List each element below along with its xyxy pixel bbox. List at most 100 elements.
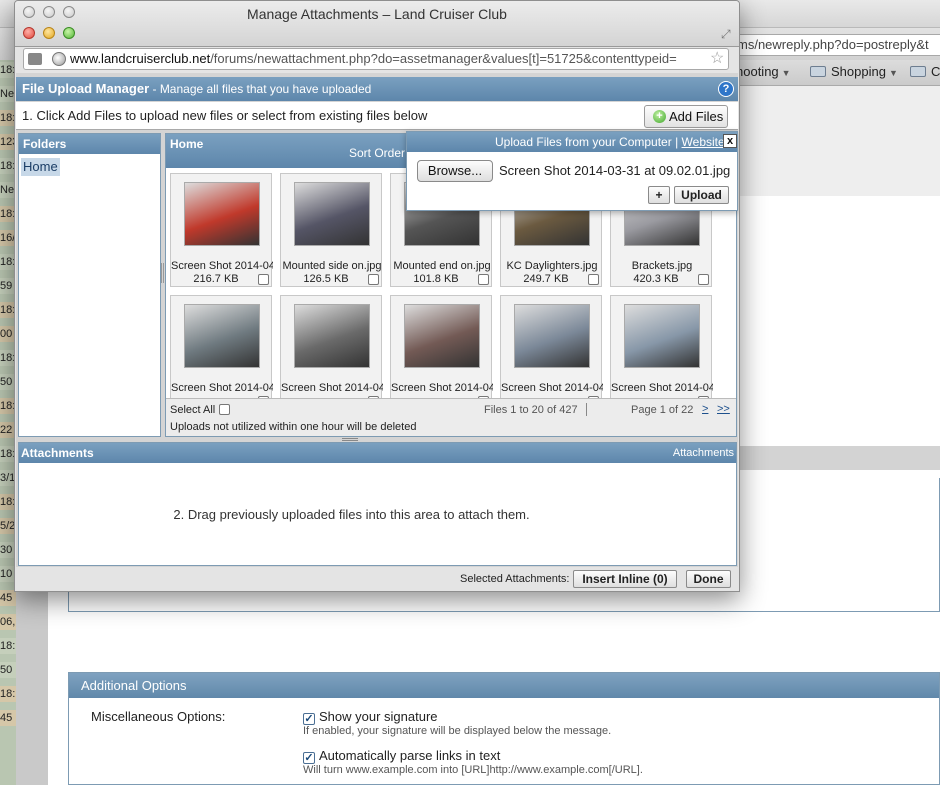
attachments-drop-area[interactable]: Attachments Attachments 2. Drag previous… — [18, 442, 737, 566]
file-thumbnail[interactable]: Screen Shot 2014-04- — [390, 295, 493, 398]
bookmark-star-icon[interactable]: ☆ — [710, 49, 724, 69]
folders-panel: Folders Home — [18, 133, 161, 437]
select-all-checkbox[interactable] — [219, 404, 231, 415]
add-another-file-button[interactable]: + — [648, 186, 670, 204]
chevron-down-icon: ▼ — [888, 68, 898, 78]
sidebar-strip-item: 50 — [0, 662, 16, 678]
file-name: Screen Shot 2014-04- — [281, 382, 383, 394]
file-name: Mounted side on.jpg — [282, 260, 382, 272]
last-page-link[interactable]: >> — [717, 403, 730, 415]
checkbox-checked-icon[interactable]: ✓ — [303, 713, 315, 725]
selected-attachments-label: Selected Attachments: — [460, 573, 570, 585]
file-size: 126.5 KB — [303, 273, 349, 285]
parse-links-option[interactable]: ✓ Automatically parse links in text — [303, 748, 500, 764]
file-select-checkbox[interactable] — [698, 274, 709, 285]
file-thumbnail[interactable]: Screen Shot 2014-04- 216.7 KB — [170, 173, 273, 287]
checkbox-checked-icon[interactable]: ✓ — [303, 752, 315, 764]
help-icon[interactable]: ? — [718, 81, 734, 97]
add-files-button[interactable]: + Add Files — [644, 105, 728, 128]
sort-order-label[interactable]: Sort Order: — [349, 146, 408, 160]
next-page-link[interactable]: > — [702, 403, 708, 415]
window-title: Manage Attachments – Land Cruiser Club — [247, 6, 507, 22]
sidebar-strip-item: 18: — [0, 686, 16, 702]
folders-header: Folders — [19, 134, 160, 154]
zoom-window-button[interactable] — [63, 27, 75, 39]
file-upload-manager: File Upload Manager - Manage all files t… — [16, 73, 738, 591]
browse-button[interactable]: Browse... — [417, 160, 493, 182]
manager-title: File Upload Manager — [22, 81, 150, 96]
fullscreen-icon[interactable]: ⤢ — [721, 27, 731, 42]
select-all[interactable]: Select All — [170, 404, 231, 416]
attachments-header: Attachments Attachments — [19, 443, 736, 463]
file-size: 101.8 KB — [413, 273, 459, 285]
file-select-checkbox[interactable] — [368, 274, 379, 285]
folder-icon — [910, 66, 926, 77]
vertical-splitter-handle[interactable] — [161, 263, 164, 283]
files-count: Files 1 to 20 of 427 — [484, 404, 578, 416]
file-name: Screen Shot 2014-04- — [391, 382, 493, 394]
upload-from-computer-box: Upload Files from your Computer | Websit… — [406, 131, 738, 211]
folder-item-home[interactable]: Home — [21, 158, 60, 176]
manager-subtitle: - Manage all files that you have uploade… — [152, 82, 372, 96]
file-name: Screen Shot 2014-04- — [501, 382, 603, 394]
current-folder-label: Home — [170, 137, 204, 151]
url-host: www.landcruiserclub.net — [70, 51, 211, 66]
horizontal-splitter-handle[interactable] — [342, 438, 358, 441]
pager-divider — [586, 403, 587, 416]
thumbnail-image — [514, 304, 590, 368]
bookmark-folder[interactable]: Shopping ▼ — [810, 64, 898, 79]
sidebar-strip-item: 18: — [0, 638, 16, 654]
sidebar-strip-item: 45 — [0, 590, 16, 606]
option-description: Will turn www.example.com into [URL]http… — [303, 764, 643, 776]
add-files-label: Add Files — [669, 109, 724, 124]
attachments-header-right: Attachments — [672, 447, 734, 459]
file-thumbnail[interactable]: Screen Shot 2014-04- — [170, 295, 273, 398]
plus-circle-icon: + — [653, 110, 666, 123]
file-thumbnail[interactable]: Mounted side on.jpg 126.5 KB — [280, 173, 382, 287]
attachments-title: Attachments — [21, 446, 94, 460]
file-thumbnail[interactable]: Screen Shot 2014-04- — [610, 295, 713, 398]
upload-button[interactable]: Upload — [674, 186, 729, 204]
website-link[interactable]: Website — [682, 135, 725, 149]
chosen-file-name: Screen Shot 2014-03-31 at 09.02.01.jpg — [499, 163, 731, 178]
bookmark-label: Shopping — [831, 64, 886, 79]
file-name: Brackets.jpg — [631, 260, 693, 272]
file-select-checkbox[interactable] — [478, 274, 489, 285]
close-window-button[interactable] — [23, 27, 35, 39]
upload-box-title: Upload Files from your Computer | — [495, 135, 679, 149]
thumbnail-image — [294, 304, 370, 368]
drag-instructions: 2. Drag previously uploaded files into t… — [173, 507, 530, 522]
file-name: KC Daylighters.jpg — [506, 260, 598, 272]
sidebar-strip-item: 06, — [0, 614, 16, 630]
file-name: Mounted end on.jpg — [393, 260, 491, 272]
file-thumbnail[interactable]: Screen Shot 2014-04- — [500, 295, 603, 398]
file-select-checkbox[interactable] — [588, 274, 599, 285]
option-label: Show your signature — [319, 709, 438, 724]
bookmark-folder[interactable]: C — [910, 64, 940, 79]
attachments-action-bar: Selected Attachments: Insert Inline (0) … — [16, 567, 738, 591]
close-icon[interactable]: x — [723, 134, 737, 148]
file-select-checkbox[interactable] — [258, 274, 269, 285]
file-thumbnail[interactable]: Screen Shot 2014-04- — [280, 295, 383, 398]
globe-icon — [52, 52, 66, 66]
bookmark-label: C — [931, 64, 940, 79]
bookmark-folder[interactable]: hooting ▼ — [736, 64, 791, 79]
file-name: Screen Shot 2014-04- — [171, 382, 273, 394]
url-bar[interactable]: www.landcruiserclub.net/forums/newattach… — [23, 48, 729, 70]
show-signature-option[interactable]: ✓ Show your signature — [303, 709, 438, 725]
minimize-window-button[interactable] — [43, 27, 55, 39]
insert-inline-button[interactable]: Insert Inline (0) — [573, 570, 677, 588]
thumbnail-image — [624, 304, 700, 368]
option-label: Automatically parse links in text — [319, 748, 501, 763]
thumbnail-image — [184, 182, 260, 246]
additional-options-panel: Additional Options Miscellaneous Options… — [68, 672, 940, 785]
step-one-bar: 1. Click Add Files to upload new files o… — [16, 102, 738, 130]
chevron-down-icon: ▼ — [781, 68, 791, 78]
thumbnail-image — [294, 182, 370, 246]
done-button[interactable]: Done — [686, 570, 731, 588]
file-size: 249.7 KB — [523, 273, 569, 285]
uploads-note: Uploads not utilized within one hour wil… — [170, 421, 417, 433]
file-size: 420.3 KB — [633, 273, 679, 285]
step-one-text: 1. Click Add Files to upload new files o… — [22, 108, 428, 123]
thumbnail-image — [404, 304, 480, 368]
